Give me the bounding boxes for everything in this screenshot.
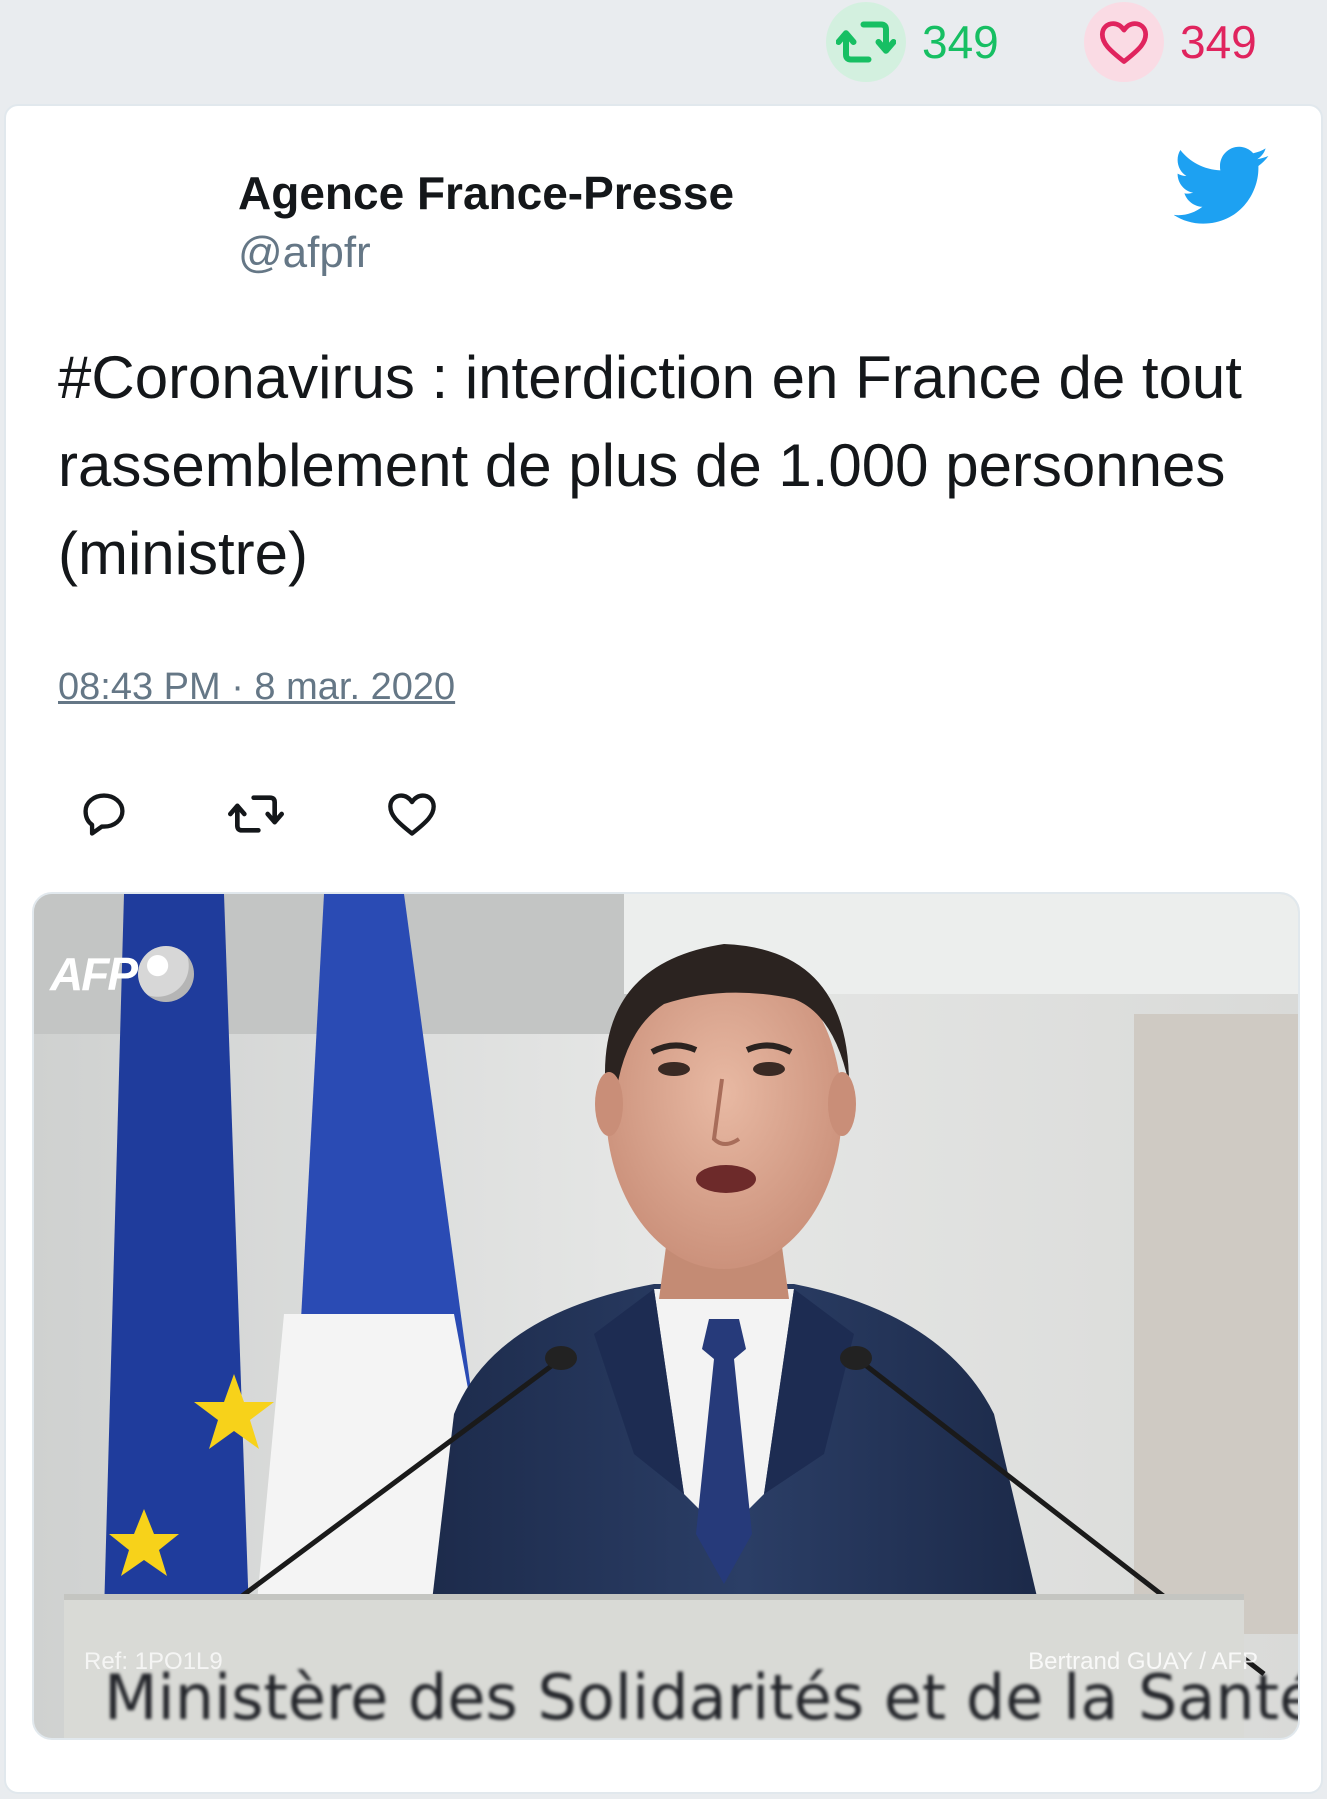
afp-globe-icon bbox=[138, 946, 194, 1002]
retweet-count: 349 bbox=[922, 16, 999, 68]
heart-icon bbox=[388, 793, 436, 836]
tweet-actions bbox=[58, 786, 458, 846]
retweet-button[interactable] bbox=[228, 786, 284, 842]
retweet-icon bbox=[228, 795, 284, 833]
press-conference-photo bbox=[34, 894, 1298, 1738]
podium-sign-text: Ministère des Solidarités et de la Santé bbox=[104, 1661, 1300, 1734]
retweet-icon[interactable] bbox=[826, 2, 906, 82]
afp-logo: AFP bbox=[50, 946, 194, 1002]
twitter-bird-icon[interactable] bbox=[1173, 146, 1270, 230]
tweet-text: #Coronavirus : interdiction en France de… bbox=[58, 344, 1242, 587]
tweet-card: Agence France-Presse @afpfr #Coronavirus… bbox=[4, 104, 1323, 1794]
like-button[interactable] bbox=[384, 786, 440, 842]
like-count: 349 bbox=[1180, 16, 1257, 68]
heart-icon[interactable] bbox=[1084, 2, 1164, 82]
tweet-timestamp[interactable]: 08:43 PM · 8 mar. 2020 bbox=[58, 666, 455, 709]
reply-icon bbox=[83, 793, 125, 836]
author-handle[interactable]: @afpfr bbox=[238, 228, 371, 278]
like-stat[interactable]: 349 bbox=[1084, 2, 1257, 82]
author-name[interactable]: Agence France-Presse bbox=[238, 166, 734, 220]
retweet-stat[interactable]: 349 bbox=[826, 2, 999, 82]
engagement-stats: 349 349 bbox=[0, 0, 1327, 100]
reply-button[interactable] bbox=[76, 786, 132, 842]
tweet-photo[interactable]: AFP Ref: 1PO1L9 Bertrand GUAY / AFP Mini… bbox=[32, 892, 1300, 1740]
